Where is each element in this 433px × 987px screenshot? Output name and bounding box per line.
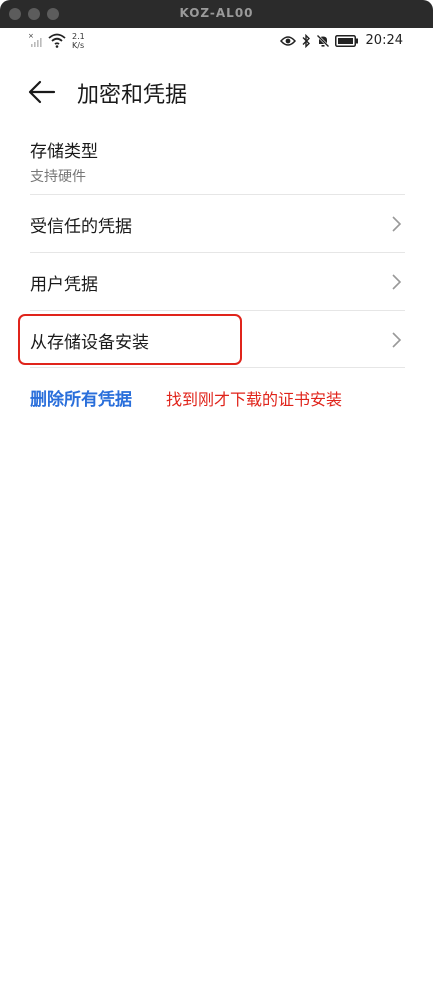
app-header: 加密和凭据 — [0, 68, 433, 116]
arrow-left-icon — [28, 80, 56, 104]
status-bar: × 2.1 K/s 20:24 — [0, 28, 433, 56]
storage-type-value: 支持硬件 — [30, 169, 86, 185]
status-bar-right: 20:24 — [279, 33, 403, 48]
net-speed-unit: K/s — [72, 41, 85, 50]
window-title-bar: KOZ-AL00 — [0, 0, 433, 28]
wifi-icon — [48, 33, 66, 48]
back-button[interactable] — [26, 76, 58, 108]
page-title: 加密和凭据 — [77, 83, 188, 108]
divider — [30, 367, 405, 368]
svg-text:×: × — [28, 32, 34, 40]
signal-icon: × — [28, 32, 42, 47]
annotation-text: 找到刚才下载的证书安装 — [166, 390, 343, 409]
trusted-credentials-item[interactable]: 受信任的凭据 — [30, 196, 405, 252]
bluetooth-icon — [302, 33, 310, 48]
divider — [30, 194, 405, 195]
chevron-right-icon — [392, 216, 402, 232]
divider — [30, 252, 405, 253]
chevron-right-icon — [392, 274, 402, 290]
net-speed: 2.1 K/s — [72, 32, 85, 50]
battery-icon — [334, 34, 358, 47]
delete-all-credentials-button[interactable]: 删除所有凭据 — [30, 385, 132, 410]
storage-type-item: 存储类型 支持硬件 — [30, 137, 405, 186]
divider — [30, 310, 405, 311]
chevron-right-icon — [392, 331, 402, 348]
status-bar-left: × 2.1 K/s — [28, 32, 85, 50]
window-title: KOZ-AL00 — [179, 6, 254, 20]
eye-icon — [279, 35, 296, 46]
user-credentials-label: 用户凭据 — [30, 275, 98, 295]
user-credentials-item[interactable]: 用户凭据 — [30, 254, 405, 310]
trusted-credentials-label: 受信任的凭据 — [30, 217, 132, 237]
highlight-annotation-box — [18, 314, 242, 365]
storage-type-label: 存储类型 — [30, 142, 98, 162]
mute-icon — [316, 34, 329, 47]
net-speed-value: 2.1 — [72, 32, 85, 41]
status-time: 20:24 — [365, 33, 403, 48]
